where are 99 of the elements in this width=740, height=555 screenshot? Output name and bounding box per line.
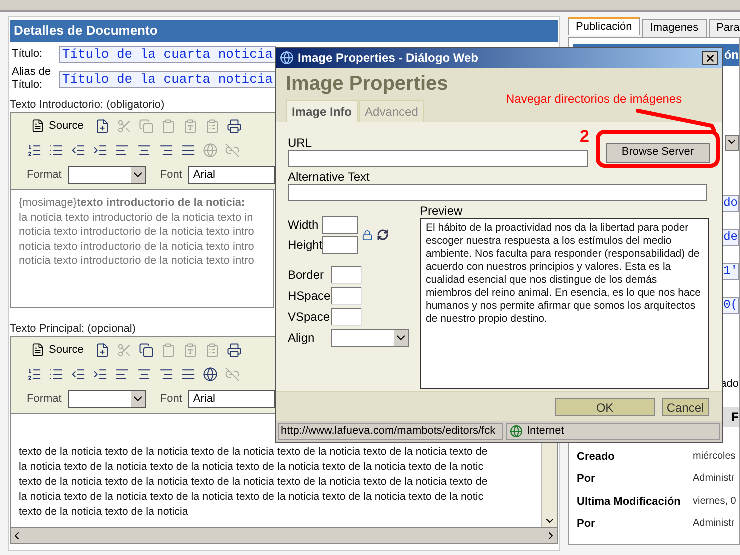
dropdown-icon [131,391,146,407]
align-center-icon[interactable] [137,366,152,382]
font-select[interactable]: Arial [188,390,275,408]
align-center-icon[interactable] [137,142,152,158]
spacing-field[interactable] [331,287,362,305]
info-label: Ultima Modificación [577,494,682,510]
panel-header: Detalles de Documento [10,20,558,42]
editor-text-line: texto de la noticia texto de la noticia texto de la noticia texto de la noticia texto de la noticia texto de [19,475,489,490]
editor-text-line: la noticia texto introductorio de la noticia texto in [19,210,254,225]
info-value: viernes, 0 [693,494,736,508]
title-field[interactable]: Título de la cuarta noticia [59,70,276,88]
editor-text-line: la noticia texto de la noticia texto de la noticia texto de la noticia texto de la noticia texto de la notic [19,490,485,505]
bullet-list-icon[interactable] [49,366,64,382]
indent-icon[interactable] [93,142,108,158]
info-value: miércoles [693,450,736,464]
copy-icon[interactable] [138,342,154,358]
align-select[interactable] [331,329,409,347]
title-field[interactable]: Título de la cuarta noticia [59,46,276,63]
editor-text-line: noticia texto introductorio de la noticia texto intro [19,254,256,268]
tab[interactable]: Para [708,19,740,37]
lock-ratio-icon[interactable] [362,230,373,240]
annotation-text: Navegar directorios de imágenes [506,91,682,108]
format-label: Format [27,392,62,407]
editor-text-line: texto de la noticia texto de la noticia [19,505,190,520]
source-icon [31,343,45,357]
alternative-text-label: Alternative Text [288,170,371,184]
internet-zone-icon [510,425,523,438]
tab[interactable]: Imagenes [642,19,707,37]
size-field[interactable] [322,216,358,234]
dialog-heading: Image Properties [286,72,450,96]
new-page-icon[interactable] [94,118,110,134]
format-select[interactable] [68,166,146,184]
editor-text-line: noticia texto introductorio de la noticia texto intro [19,225,256,240]
editor-text-line: noticia texto introductorio de la noticia texto intro [19,240,256,254]
dialog-button[interactable]: Cancel [662,398,709,416]
info-label: Por [577,472,596,487]
size-field[interactable] [322,236,358,254]
align-right-icon[interactable] [159,366,174,382]
globe-icon[interactable] [203,366,218,382]
editor-label: Texto Introductorio: (obligatorio) [10,98,165,112]
editor-text-line: la noticia texto de la noticia texto de la noticia texto de la noticia texto de la noticia texto de la notic [19,460,485,475]
font-select[interactable]: Arial [188,166,275,184]
field-label: VSpace [288,309,330,326]
dialog-button[interactable]: OK [555,398,655,416]
outdent-icon[interactable] [71,142,86,158]
numbered-list-icon[interactable] [27,142,42,158]
align-left-icon[interactable] [115,142,130,158]
alternative-text-field[interactable] [288,184,707,201]
font-label: Font [160,168,182,183]
editor-text-line: {mosimage}texto introductorio de la noticia: [19,196,246,210]
info-value: Administr [693,472,735,486]
dialog-tab[interactable]: Image Info [286,100,358,122]
field-label: HSpace [288,288,330,305]
bullet-list-icon[interactable] [49,142,64,158]
select-field[interactable] [725,135,739,151]
editor-text-line: texto de la noticia texto de la noticia texto de la noticia texto de la noticia texto de la noticia texto de [19,445,489,460]
align-label: Align [288,330,316,347]
dropdown-icon [394,330,408,346]
url-field[interactable] [288,150,588,167]
source-icon [31,119,45,133]
info-label: Por [577,517,596,532]
print-icon[interactable] [226,118,242,134]
dropdown-icon [131,167,146,183]
font-label: Font [160,392,182,407]
editor-label: Texto Principal: (opcional) [10,322,136,336]
preview-label: Preview [420,204,464,218]
indent-icon[interactable] [93,366,108,382]
new-page-icon[interactable] [94,342,110,358]
horizontal-scrollbar[interactable] [10,528,558,544]
outdent-icon[interactable] [71,366,86,382]
info-label: Creado [577,450,616,464]
source-button[interactable]: Source [27,342,88,358]
print-icon[interactable] [226,342,242,358]
field-label: Título: [12,48,44,61]
justify-icon[interactable] [181,142,196,158]
browse-server-button[interactable]: Browse Server [606,142,710,162]
close-icon [704,52,716,64]
preview-text: El hábito de la proactividad nos da la libertad para poder escoger nuestra respuesta a los estímulos del medio ambiente. Nos faculta para responder (responsabilidad) de acuerdo con nuestros principios y valores. Esta es la cualidad esencial que nos distingue de los demás miembros del reino animal. En esencia, es lo que nos hace humanos y nos permite afirmar que somos los arquitectos de nuestro propio destino. [420,218,709,389]
align-right-icon[interactable] [159,142,174,158]
close-button[interactable] [702,51,718,65]
info-value: Administr [693,517,735,531]
status-url: http://www.lafueva.com/mambots/editors/fck [278,423,503,440]
justify-icon[interactable] [181,366,196,382]
format-label: Format [27,168,62,183]
format-select[interactable] [68,390,146,408]
spacing-field[interactable] [331,266,362,284]
spacing-field[interactable] [331,308,362,326]
field-label: Width [288,217,318,234]
browser-icon [280,51,294,65]
field-label: Alias de Título: [12,66,52,92]
tab[interactable]: Publicación [568,17,640,35]
field-label: Border [288,267,326,284]
reset-size-icon[interactable] [377,229,389,241]
align-left-icon[interactable] [115,366,130,382]
numbered-list-icon[interactable] [27,366,42,382]
source-button[interactable]: Source [27,118,88,134]
dialog-title: Image Properties - Diálogo Web [298,50,480,67]
zone-label: Internet [527,424,564,440]
step-number: 2 [580,126,590,148]
